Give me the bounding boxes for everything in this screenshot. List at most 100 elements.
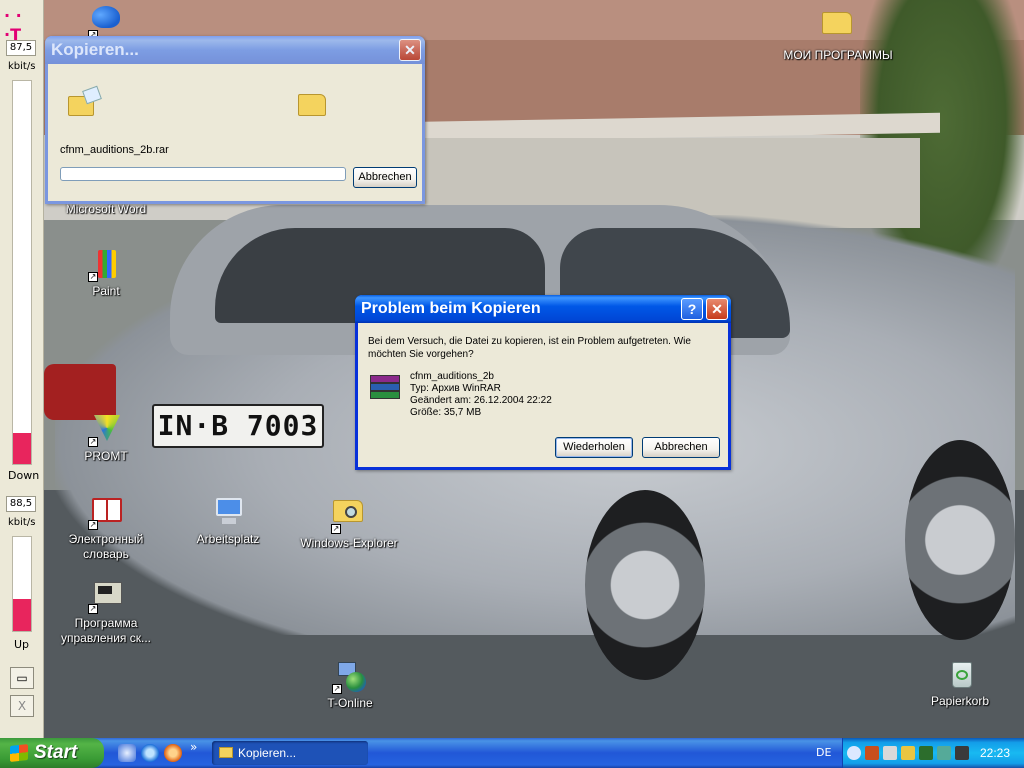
file-name: cfnm_auditions_2b [410, 371, 494, 382]
desktop-icon-papierkorb[interactable]: Papierkorb [900, 658, 1020, 709]
problem-dialog: Problem beim Kopieren ? ✕ Bei dem Versuc… [355, 295, 731, 470]
icon-label-papierkorb: Papierkorb [930, 694, 990, 708]
icon-label-explorer: Windows-Explorer [300, 536, 398, 550]
desktop-icon-paint[interactable]: ↗ Paint [46, 248, 166, 299]
desktop-icon-word[interactable]: Microsoft Word [46, 202, 166, 217]
meter-close-button[interactable]: X [10, 695, 34, 717]
wallpaper-front-wheel [905, 440, 1015, 640]
folder-icon [219, 747, 233, 758]
copy-window-titlebar[interactable]: Kopieren... ✕ [45, 36, 425, 64]
down-speed-unit: kbit/s [8, 61, 36, 72]
folder-icon [822, 12, 854, 44]
tray-app-icon[interactable] [865, 746, 879, 760]
down-gauge [12, 80, 32, 465]
taskbar-item-kopieren[interactable]: Kopieren... [212, 741, 368, 765]
copy-progress-window: Kopieren... ✕ cfnm_auditions_2b.rar Abbr… [45, 36, 425, 204]
taskbar: Start » Kopieren... DE 22:23 [0, 738, 1024, 768]
desktop-icon-promt[interactable]: ↗ PROMT [46, 413, 166, 464]
book-icon: ↗ [88, 496, 122, 530]
start-button[interactable]: Start [0, 738, 104, 768]
icon-label-programm-line1: Программа [74, 616, 138, 630]
clock[interactable]: 22:23 [980, 738, 1010, 768]
icon-label-tonline: T-Online [327, 696, 373, 710]
flying-paper-folder-icon [68, 85, 104, 118]
network-meter-bar: · · ·T 87,5 kbit/s Down 88,5 kbit/s Up ▭… [0, 0, 44, 738]
up-speed-value: 88,5 [6, 496, 36, 512]
folder-magnifier-icon: ↗ [331, 500, 365, 534]
icon-label-arbeitsplatz: Arbeitsplatz [196, 532, 260, 546]
file-type: Typ: Архив WinRAR [410, 383, 501, 394]
shortcut-arrow-icon: ↗ [88, 604, 98, 614]
problem-dialog-titlebar[interactable]: Problem beim Kopieren ? ✕ [355, 295, 731, 323]
down-label: Down [8, 469, 40, 482]
shortcut-arrow-icon: ↗ [88, 520, 98, 530]
show-desktop-icon[interactable] [118, 744, 136, 762]
system-tray: 22:23 [842, 738, 1024, 768]
computer-icon [212, 496, 244, 528]
winrar-archive-icon [370, 375, 402, 401]
tray-warning-icon[interactable] [901, 746, 915, 760]
wallpaper-license-plate: IN·B 7003 [152, 404, 324, 448]
up-label: Up [14, 638, 30, 651]
promt-logo-icon: ↗ [88, 413, 122, 447]
desktop-icon-explorer[interactable]: ↗ Windows-Explorer [289, 496, 409, 551]
internet-explorer-icon[interactable] [141, 744, 159, 762]
up-speed-unit: kbit/s [8, 517, 36, 528]
globe-network-icon: ↗ [332, 660, 366, 694]
start-label: Start [34, 742, 78, 763]
down-speed-value: 87,5 [6, 40, 36, 56]
copy-window-title: Kopieren... [51, 40, 139, 59]
desktop-icon-tonline[interactable]: ↗ T-Online [290, 660, 410, 711]
copy-progress-bar [60, 167, 346, 181]
destination-folder-icon [298, 94, 326, 116]
windows-logo-icon [10, 744, 28, 762]
problem-dialog-close-button[interactable]: ✕ [706, 298, 728, 320]
icon-label-word: Microsoft Word [65, 202, 147, 216]
desktop-icon-arbeitsplatz[interactable]: Arbeitsplatz [168, 496, 288, 547]
down-gauge-fill [13, 433, 31, 464]
copy-window-close-button[interactable]: ✕ [399, 39, 421, 61]
help-button[interactable]: ? [681, 298, 703, 320]
language-indicator[interactable]: DE [816, 738, 831, 768]
desktop-icon-moi-programmy[interactable]: МОИ ПРОГРАММЫ [778, 6, 898, 63]
up-gauge-fill [13, 599, 31, 631]
media-player-icon[interactable] [164, 744, 182, 762]
tray-monitor-icon[interactable] [955, 746, 969, 760]
recycle-bin-icon [944, 658, 976, 690]
icon-label-moi: МОИ ПРОГРАММЫ [783, 48, 893, 62]
icon-label-dictionary-line1: Электронный [68, 532, 144, 546]
desktop-icon-dictionary[interactable]: ↗ Электронный словарь [46, 496, 166, 562]
wallpaper-taillight [44, 364, 116, 420]
taskbar-item-label: Kopieren... [238, 746, 297, 760]
shortcut-arrow-icon: ↗ [88, 272, 98, 282]
tray-expand-icon[interactable] [847, 746, 861, 760]
tray-network-icon[interactable] [883, 746, 897, 760]
paint-brushes-icon: ↗ [88, 248, 122, 282]
shortcut-arrow-icon: ↗ [331, 524, 341, 534]
wallpaper-rear-wheel [585, 490, 705, 680]
file-modified: Geändert am: 26.12.2004 22:22 [410, 395, 552, 406]
shortcut-arrow-icon: ↗ [332, 684, 342, 694]
icon-label-programm-line2: управления ск... [60, 631, 152, 645]
problem-message: Bei dem Versuch, die Datei zu kopieren, … [368, 336, 691, 360]
quicklaunch-chevron[interactable]: » [190, 740, 197, 754]
copy-cancel-button[interactable]: Abbrechen [353, 167, 417, 188]
icon-label-paint: Paint [92, 284, 120, 298]
up-gauge [12, 536, 32, 632]
problem-cancel-button[interactable]: Abbrechen [642, 437, 720, 458]
retry-button[interactable]: Wiederholen [555, 437, 633, 458]
file-details: cfnm_auditions_2b Typ: Архив WinRAR Geän… [410, 371, 552, 419]
problem-dialog-title: Problem beim Kopieren [361, 300, 541, 317]
butterfly-icon: ↗ [88, 6, 122, 40]
icon-label-dictionary-line2: словарь [83, 547, 129, 561]
copy-filename: cfnm_auditions_2b.rar [60, 144, 169, 156]
icon-label-promt: PROMT [84, 449, 128, 463]
control-panel-icon: ↗ [88, 580, 122, 614]
telekom-logo: · · ·T [4, 6, 22, 44]
shortcut-arrow-icon: ↗ [88, 437, 98, 447]
file-size: Größe: 35,7 MB [410, 407, 482, 418]
meter-restore-button[interactable]: ▭ [10, 667, 34, 689]
tray-lite-icon[interactable] [919, 746, 933, 760]
desktop-icon-programm[interactable]: ↗ Программа управления ск... [46, 580, 166, 646]
tray-security-icon[interactable] [937, 746, 951, 760]
